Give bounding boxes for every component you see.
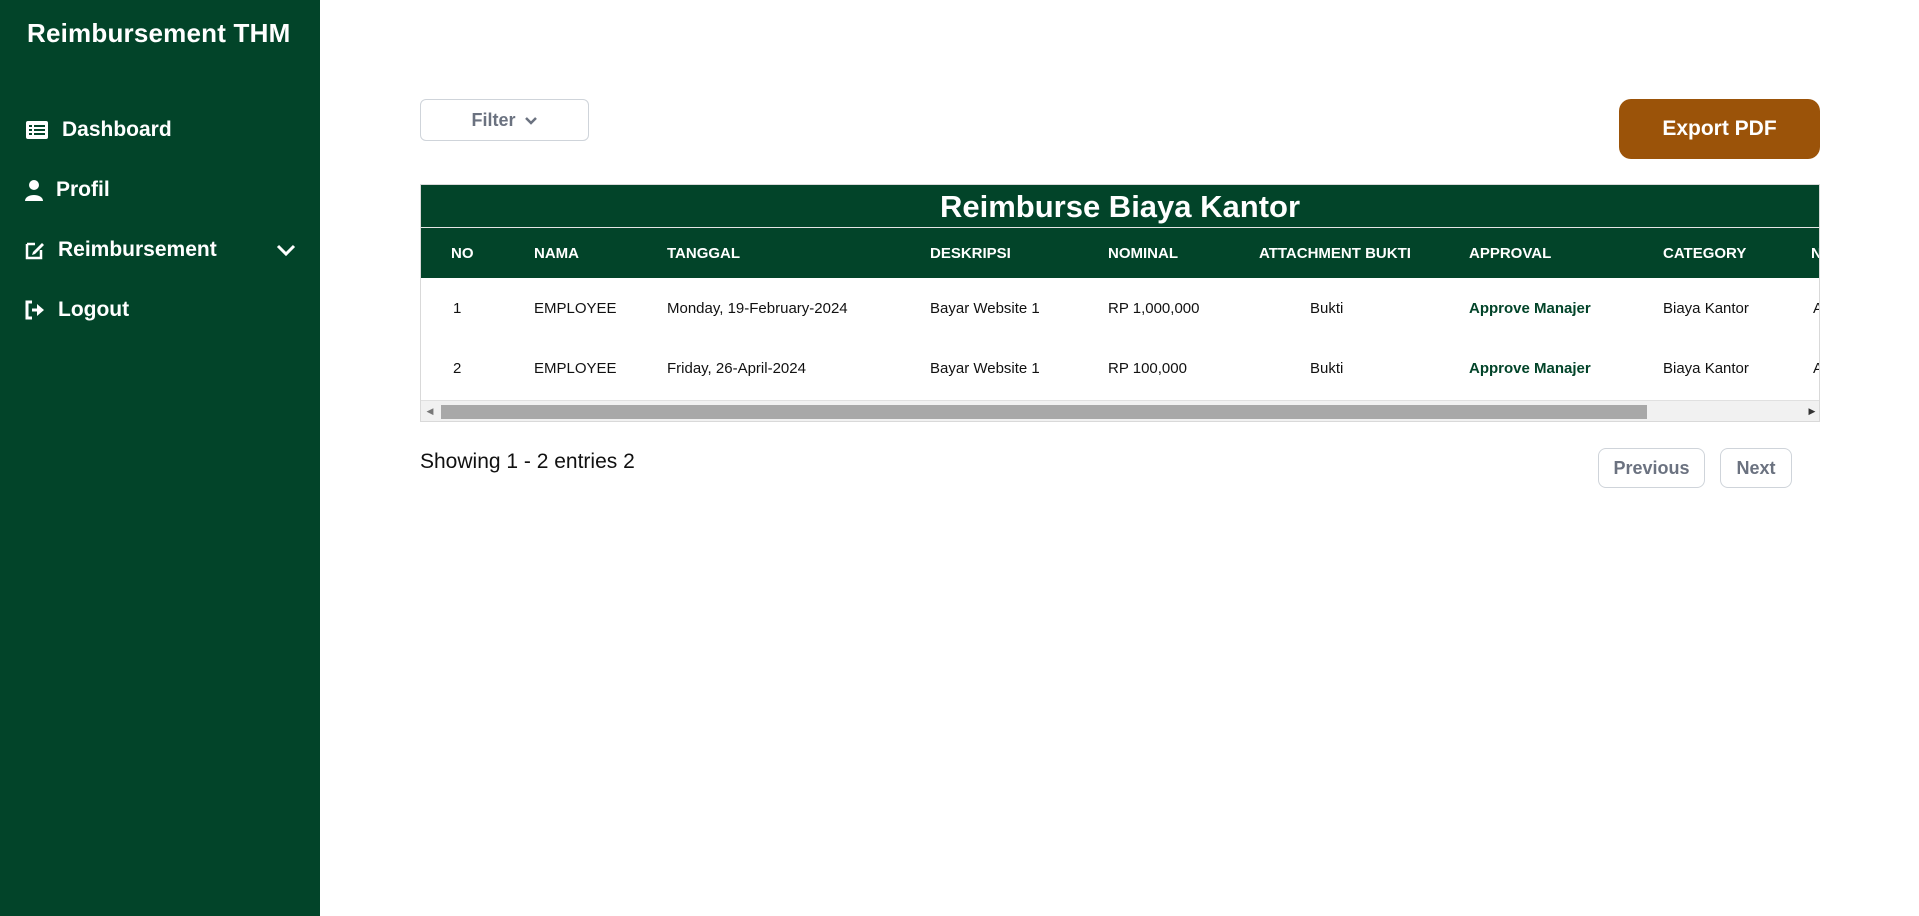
cell-nama: EMPLOYEE	[534, 299, 617, 317]
logout-icon	[24, 300, 46, 320]
cell-deskripsi: Bayar Website 1	[930, 299, 1040, 317]
edit-icon	[24, 239, 46, 261]
cell-deskripsi: Bayar Website 1	[930, 359, 1040, 377]
column-header-deskripsi: DESKRIPSI	[930, 244, 1011, 262]
column-header-approval: APPROVAL	[1469, 244, 1552, 262]
table-header: NO NAMA TANGGAL DESKRIPSI NOMINAL ATTACH…	[421, 228, 1819, 278]
scroll-left-icon[interactable]: ◀	[421, 401, 439, 421]
cell-category: Biaya Kantor	[1663, 359, 1749, 377]
sidebar-item-label: Reimbursement	[58, 238, 217, 261]
column-header-attachment: ATTACHMENT BUKTI	[1259, 244, 1411, 262]
sidebar-item-profil[interactable]: Profil	[24, 170, 296, 210]
attachment-link[interactable]: Bukti	[1310, 338, 1343, 398]
cell-tanggal: Monday, 19-February-2024	[667, 299, 848, 317]
filter-button[interactable]: Filter	[420, 99, 589, 141]
horizontal-scrollbar[interactable]: ◀ ▶	[421, 400, 1819, 421]
cell-category: Biaya Kantor	[1663, 299, 1749, 317]
column-header-category: CATEGORY	[1663, 244, 1747, 262]
cell-approval: Approve Manajer	[1469, 299, 1591, 317]
cell-extra: A	[1813, 338, 1819, 398]
column-header-no: NO	[451, 244, 474, 262]
cell-nama: EMPLOYEE	[534, 359, 617, 377]
cell-extra: A	[1813, 278, 1819, 338]
cell-approval: Approve Manajer	[1469, 359, 1591, 377]
scroll-right-icon[interactable]: ▶	[1803, 401, 1819, 421]
sidebar-item-reimbursement[interactable]: Reimbursement	[24, 230, 296, 270]
sidebar-item-label: Profil	[56, 178, 110, 201]
table-row: 2 EMPLOYEE Friday, 26-April-2024 Bayar W…	[421, 338, 1819, 398]
sidebar-item-dashboard[interactable]: Dashboard	[24, 110, 296, 150]
sidebar-item-label: Logout	[58, 298, 130, 321]
table-title: Reimburse Biaya Kantor	[421, 185, 1819, 228]
attachment-link[interactable]: Bukti	[1310, 278, 1343, 338]
previous-button[interactable]: Previous	[1598, 448, 1705, 488]
chevron-down-icon	[524, 110, 538, 131]
column-header-nominal: NOMINAL	[1108, 244, 1178, 262]
table-row: 1 EMPLOYEE Monday, 19-February-2024 Baya…	[421, 278, 1819, 338]
chevron-down-icon[interactable]	[276, 243, 296, 257]
scrollbar-thumb[interactable]	[441, 405, 1647, 419]
cell-no: 1	[453, 299, 462, 317]
sidebar: Reimbursement THM Dashboard Profil Reimb…	[0, 0, 320, 916]
export-pdf-button[interactable]: Export PDF	[1619, 99, 1820, 159]
cell-nominal: RP 100,000	[1108, 359, 1187, 377]
sidebar-item-label: Dashboard	[62, 118, 172, 141]
main-content: Filter Export PDF Reimburse Biaya Kantor…	[320, 0, 1919, 916]
cell-no: 2	[453, 359, 462, 377]
user-icon	[24, 179, 44, 201]
column-header-tanggal: TANGGAL	[667, 244, 741, 262]
column-header-extra: N	[1811, 228, 1819, 278]
list-icon	[24, 121, 50, 139]
cell-nominal: RP 1,000,000	[1108, 299, 1200, 317]
column-header-nama: NAMA	[534, 244, 579, 262]
sidebar-item-logout[interactable]: Logout	[24, 290, 296, 330]
next-button[interactable]: Next	[1720, 448, 1792, 488]
filter-label: Filter	[471, 109, 516, 130]
brand-title: Reimbursement THM	[27, 18, 291, 48]
showing-entries-text: Showing 1 - 2 entries 2	[420, 450, 635, 473]
cell-tanggal: Friday, 26-April-2024	[667, 359, 806, 377]
data-table: Reimburse Biaya Kantor NO NAMA TANGGAL D…	[420, 184, 1820, 422]
